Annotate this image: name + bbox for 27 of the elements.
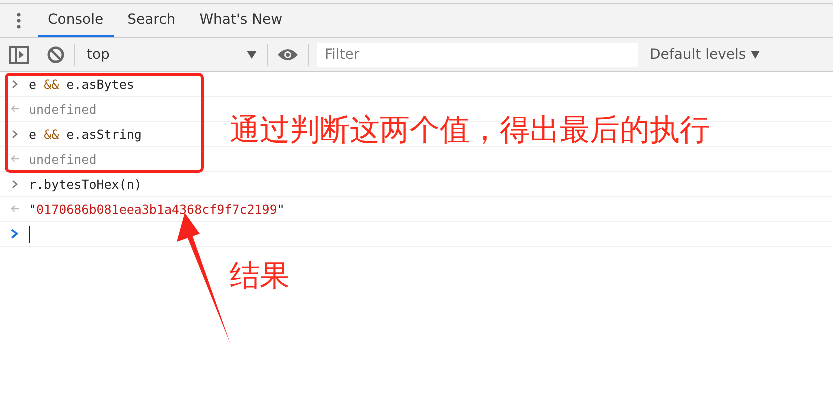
- dropdown-caret-icon: [751, 50, 760, 58]
- command-text: e && e.asString: [29, 126, 142, 142]
- result-text: "0170686b081eea3b1a4368cf9f7c2199": [29, 202, 285, 216]
- result-text: undefined: [29, 102, 97, 116]
- more-menu-icon[interactable]: [17, 12, 21, 28]
- result-arrow-icon: [10, 205, 18, 213]
- annotation-text: 结果: [230, 258, 290, 296]
- eye-icon[interactable]: [277, 48, 299, 62]
- annotation-text: 通过判断这两个值，得出最后的执行: [230, 112, 710, 150]
- input-chevron-icon: [12, 80, 18, 88]
- levels-dropdown[interactable]: Default levels: [650, 46, 760, 62]
- input-chevron-icon: [12, 180, 18, 188]
- tab[interactable]: Search: [118, 4, 186, 37]
- text-cursor: [29, 226, 30, 242]
- input-chevron-icon: [12, 130, 18, 138]
- clear-console-icon[interactable]: [47, 46, 65, 64]
- sidebar-toggle-icon[interactable]: [9, 46, 29, 64]
- result-arrow-icon: [10, 105, 18, 113]
- result-text: undefined: [29, 152, 97, 166]
- command-text: e && e.asBytes: [29, 76, 134, 92]
- prompt-chevron-icon: [11, 229, 18, 239]
- filter-field[interactable]: Filter: [317, 42, 638, 66]
- dropdown-caret-icon: [247, 50, 257, 58]
- result-arrow-icon: [10, 155, 18, 163]
- command-text: r.bytesToHex(n): [29, 176, 142, 192]
- context-selector[interactable]: top: [87, 46, 257, 62]
- tab[interactable]: What's New: [190, 4, 293, 37]
